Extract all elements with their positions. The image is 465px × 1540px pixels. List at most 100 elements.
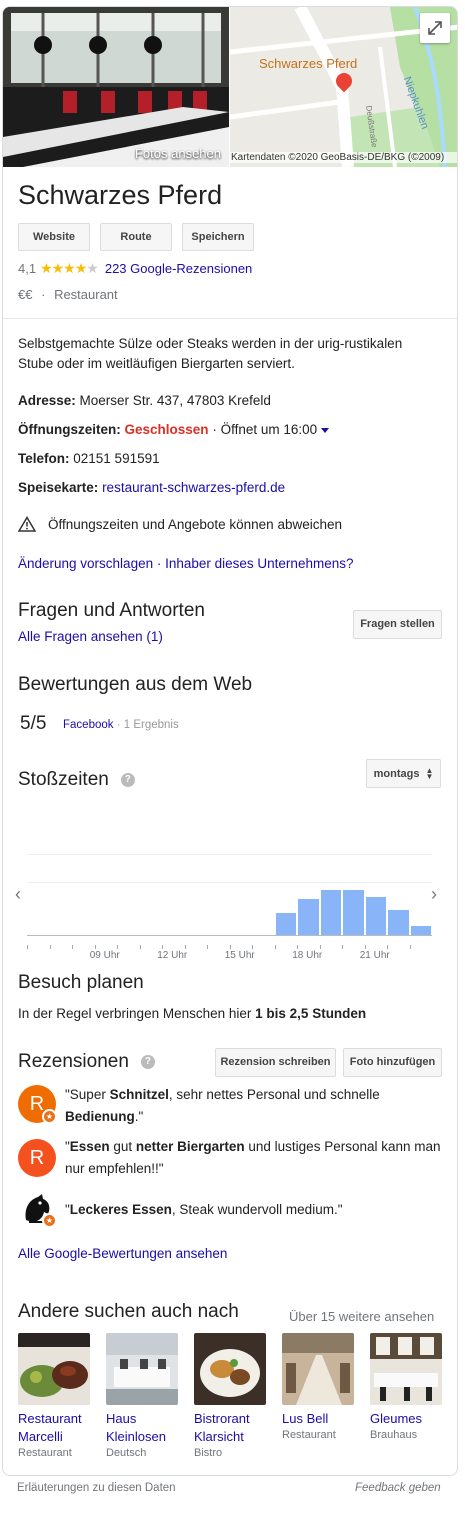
business-name: Schwarzes Pferd — [18, 180, 223, 210]
related-thumbnail[interactable] — [282, 1333, 354, 1405]
reviews-title-label: Rezensionen — [18, 1051, 129, 1072]
visit-text: In der Regel verbringen Menschen hier 1 … — [18, 1006, 366, 1021]
map-attribution: Kartendaten ©2020 GeoBasis-DE/BKG (©2009… — [230, 152, 457, 163]
chart-tick-label: 12 Uhr — [157, 950, 188, 961]
all-questions-link[interactable]: Alle Fragen ansehen (1) — [18, 629, 163, 644]
visit-duration: 1 bis 2,5 Stunden — [255, 1006, 367, 1021]
chart-tick — [184, 945, 186, 949]
chart-gridline — [27, 854, 432, 855]
related-thumbnail[interactable] — [370, 1333, 442, 1405]
menu-row: Speisekarte: restaurant-schwarzes-pferd.… — [18, 480, 285, 495]
hours-row[interactable]: Öffnungszeiten: Geschlossen · Öffnet um … — [18, 422, 329, 437]
related-type: Bistro — [194, 1447, 223, 1459]
related-name[interactable]: Lus Bell — [282, 1410, 368, 1428]
route-button[interactable]: Route — [100, 223, 172, 251]
address-value[interactable]: Moerser Str. 437, 47803 Krefeld — [80, 393, 271, 408]
chart-tick — [139, 945, 141, 949]
related-name[interactable]: Gleumes — [370, 1410, 456, 1428]
chart-tick — [364, 945, 366, 949]
warning-icon — [18, 516, 36, 532]
menu-label: Speisekarte: — [18, 480, 99, 495]
dropdown-arrow-icon[interactable] — [320, 427, 329, 433]
interior-photo — [370, 1333, 442, 1405]
owner-link[interactable]: Inhaber dieses Unternehmens? — [165, 556, 353, 571]
chart-tick — [297, 945, 298, 949]
suggest-edit-link[interactable]: Änderung vorschlagen — [18, 556, 153, 571]
feedback-link[interactable]: Feedback geben — [355, 1482, 441, 1494]
related-type: Restaurant — [282, 1429, 336, 1441]
review-snippet[interactable]: "Essen gut netter Biergarten und lustige… — [65, 1136, 450, 1180]
day-select[interactable]: montags ▲ ▼ — [366, 759, 441, 788]
more-related-link[interactable]: Über 15 weitere ansehen — [289, 1309, 434, 1324]
avatar: R — [18, 1139, 56, 1177]
chart-prev-icon[interactable]: ‹ — [15, 884, 21, 905]
phone-value[interactable]: 02151 591591 — [73, 451, 159, 466]
chart-tick — [117, 945, 118, 949]
chart-bar[interactable] — [343, 890, 364, 935]
photo-tile[interactable]: Fotos ansehen — [3, 7, 229, 167]
visit-text-prefix: In der Regel verbringen Menschen hier — [18, 1006, 252, 1021]
menu-link[interactable]: restaurant-schwarzes-pferd.de — [102, 480, 285, 495]
chart-bar[interactable] — [298, 899, 319, 935]
website-button[interactable]: Website — [18, 223, 90, 251]
related-thumbnail[interactable] — [106, 1333, 178, 1405]
chart-tick — [387, 945, 388, 949]
ask-question-button[interactable]: Fragen stellen — [353, 610, 442, 639]
chart-tick-label: 18 Uhr — [292, 950, 323, 961]
chart-bar[interactable] — [388, 909, 409, 935]
help-icon[interactable]: ? — [120, 773, 135, 787]
save-button[interactable]: Speichern — [182, 223, 254, 251]
chart-tick — [72, 945, 73, 949]
photos-label: Fotos ansehen — [134, 146, 221, 161]
chart-bar[interactable] — [410, 926, 431, 935]
edit-links: Änderung vorschlagen · Inhaber dieses Un… — [18, 556, 354, 571]
chart-tick — [207, 945, 208, 949]
review-snippet[interactable]: "Leckeres Essen, Steak wundervoll medium… — [65, 1199, 450, 1221]
chart-bar[interactable] — [320, 890, 341, 935]
warning-row: Öffnungszeiten und Angebote können abwei… — [18, 516, 342, 532]
related-name[interactable]: Restaurant Marcelli — [18, 1410, 104, 1446]
chart-tick — [409, 945, 411, 949]
chart-tick-label: 21 Uhr — [359, 950, 390, 961]
local-guide-badge-icon: ★ — [42, 1213, 57, 1228]
rating-row: 4,1 ★★★★★ 223 Google-Rezensionen — [18, 260, 252, 277]
explanations-link[interactable]: Erläuterungen zu diesen Daten — [17, 1482, 176, 1494]
map-tile[interactable]: Schwarzes Pferd Deußstraße Niepkuhlen Ka… — [230, 7, 457, 167]
chart-tick — [342, 945, 343, 949]
address-label: Adresse: — [18, 393, 76, 408]
interior-photo — [282, 1333, 354, 1405]
add-photo-button[interactable]: Foto hinzufügen — [343, 1048, 442, 1077]
related-title: Andere suchen auch nach — [18, 1301, 239, 1322]
description: Selbstgemachte Sülze oder Steaks werden … — [18, 336, 403, 371]
rating-value: 4,1 — [18, 261, 37, 276]
chart-tick — [229, 945, 231, 949]
review-snippet[interactable]: "Super Schnitzel, sehr nettes Personal u… — [65, 1084, 450, 1128]
chart-bar[interactable] — [275, 913, 296, 935]
related-type: Brauhaus — [370, 1429, 418, 1441]
related-type: Restaurant — [18, 1447, 72, 1459]
related-name[interactable]: Bistrorant Klarsicht — [194, 1410, 280, 1446]
restaurant-photo — [3, 7, 229, 167]
chart-bar[interactable] — [365, 897, 386, 935]
reviews-link[interactable]: 223 Google-Rezensionen — [105, 261, 252, 276]
web-reviews-title: Bewertungen aus dem Web — [18, 674, 253, 695]
chart-tick — [94, 945, 96, 949]
address-row: Adresse: Moerser Str. 437, 47803 Krefeld — [18, 393, 271, 408]
chart-next-icon[interactable]: › — [431, 884, 437, 905]
expand-map-button[interactable] — [420, 13, 450, 43]
phone-row: Telefon: 02151 591591 — [18, 451, 160, 466]
web-review-count: · 1 Ergebnis — [116, 719, 179, 731]
related-name[interactable]: Haus Kleinlosen — [106, 1410, 192, 1446]
help-icon[interactable]: ? — [140, 1055, 155, 1069]
chart-tick-label: 15 Uhr — [224, 950, 255, 961]
facebook-link[interactable]: Facebook — [63, 719, 114, 731]
chart-tick-label: 09 Uhr — [89, 950, 120, 961]
warning-text: Öffnungszeiten und Angebote können abwei… — [48, 516, 342, 532]
write-review-button[interactable]: Rezension schreiben — [215, 1048, 336, 1077]
popular-times-label: Stoßzeiten — [18, 769, 109, 790]
related-thumbnail[interactable] — [18, 1333, 90, 1405]
related-thumbnail[interactable] — [194, 1333, 266, 1405]
rating-stars-icon: ★★★★★ — [40, 260, 99, 276]
hours-label: Öffnungszeiten: — [18, 422, 121, 437]
all-reviews-link[interactable]: Alle Google-Bewertungen ansehen — [18, 1246, 227, 1261]
